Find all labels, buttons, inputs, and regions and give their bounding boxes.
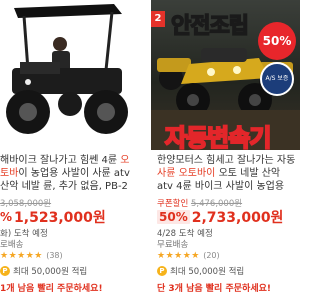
price-line: % 1,523,000원 [0,207,106,227]
image-caption-bottom: 자동변속기 [164,123,272,150]
warranty-seal: A/S 보증 [260,62,294,96]
points-text: 최대 50,000원 적립 [13,267,88,277]
rating-stars: ★★★★★ (20) [157,251,220,261]
shipping-type: 로배송 [0,240,24,250]
points-icon: P [157,266,167,276]
product-title[interactable]: 해바이크 잘나가고 힘쎈 4륜 오토바이 농업용 사발이 사륜 atv 산악 네… [0,154,136,193]
sale-price: 2,733,000원 [191,210,284,226]
stock-urgency: 단 3개 남음 빨리 주문하세요! [157,284,271,294]
product-title[interactable]: 한양모터스 힘세고 잘나가는 자동 사륜 오토바이 오토 네발 산악 atv 4… [157,154,296,193]
product-card-1[interactable]: 해바이크 잘나가고 힘쎈 4륜 오토바이 농업용 사발이 사륜 atv 산악 네… [0,0,140,300]
rank-badge: 2 [151,11,165,27]
warranty-seal-text: A/S 보증 [265,74,289,82]
discount-rate: % [0,210,13,224]
points-line: P 최대 50,000원 적립 [157,265,244,277]
discount-rate: 50% [157,210,190,224]
sale-price: 1,523,000원 [14,210,106,226]
star-icons: ★★★★★ [0,251,43,261]
atv-photo [6,4,128,134]
shipping-type: 무료배송 [157,240,189,250]
price-line: 50% 2,733,000원 [157,207,283,227]
discount-sticker: 50% [258,22,296,60]
product-card-2[interactable]: 2 안전조립 50% A/S 보증 자동변속기 한양모터스 힘세고 잘나가는 자… [151,0,300,300]
rating-count: (38) [46,251,63,260]
star-icons: ★★★★★ [157,251,200,261]
product-image[interactable] [0,0,140,150]
points-text: 최대 50,000원 적립 [170,267,245,277]
rating-count: (20) [203,251,220,260]
image-caption-top: 안전조립 [170,13,249,40]
product-image[interactable]: 2 안전조립 50% A/S 보증 자동변속기 [151,0,300,150]
points-line: P 최대 50,000원 적립 [0,265,87,277]
points-icon: P [0,266,10,276]
stock-urgency: 1개 남음 빨리 주문하세요! [0,284,103,294]
rating-stars: ★★★★★ (38) [0,251,63,261]
